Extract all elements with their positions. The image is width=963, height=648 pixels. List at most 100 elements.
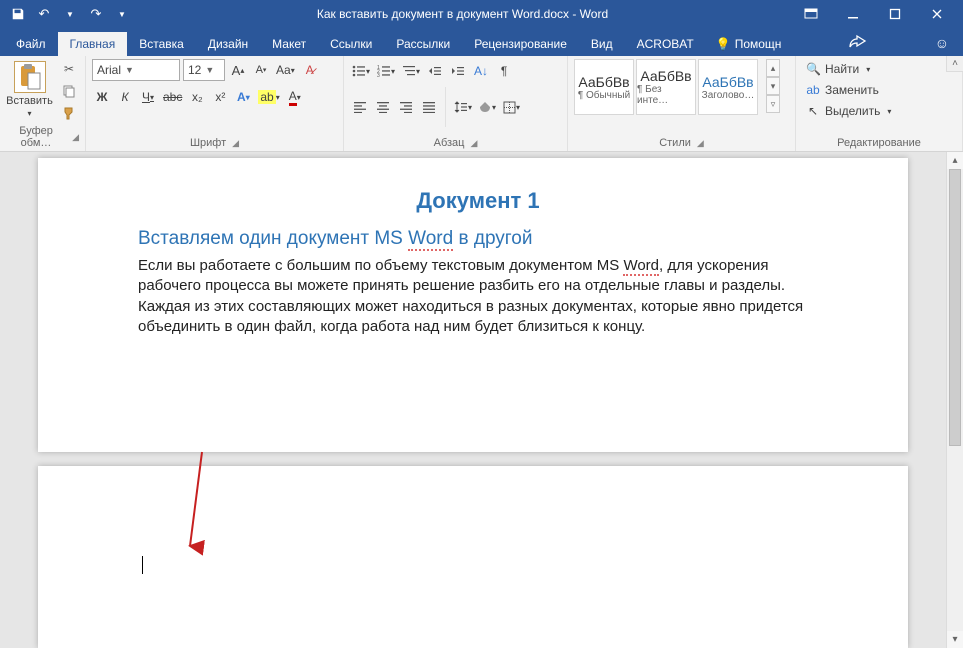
qat-customize-icon[interactable]: ▼ <box>110 2 134 26</box>
superscript-button[interactable]: x² <box>210 87 230 107</box>
format-painter-icon[interactable] <box>59 103 79 123</box>
increase-indent-icon[interactable] <box>448 61 468 81</box>
select-button[interactable]: ↖Выделить▾ <box>802 101 956 121</box>
find-button[interactable]: 🔍Найти▾ <box>802 59 956 79</box>
decrease-indent-icon[interactable] <box>425 61 445 81</box>
bullets-icon[interactable]: ▾ <box>350 61 372 81</box>
tab-home[interactable]: Главная <box>58 32 128 56</box>
clear-formatting-icon[interactable]: A̷ <box>300 60 320 80</box>
font-name-value: Arial <box>97 63 121 77</box>
group-font: Arial▼ 12▼ A▴ A▾ Aa▾ A̷ Ж К Ч▾ abc x₂ x²… <box>86 56 344 151</box>
group-paragraph: ▾ 123▾ ▾ A↓ ¶ ▾ ▾ ▾ Абзац◢ <box>344 56 568 151</box>
doc-heading-squiggle: Word <box>408 228 453 251</box>
tell-me[interactable]: 💡 Помощн <box>706 32 792 56</box>
undo-icon[interactable]: ↶ <box>32 2 56 26</box>
style-no-spacing[interactable]: АаБбВв ¶ Без инте… <box>636 59 696 115</box>
scroll-thumb[interactable] <box>949 169 961 446</box>
numbering-icon[interactable]: 123▾ <box>375 61 397 81</box>
italic-button[interactable]: К <box>115 87 135 107</box>
subscript-button[interactable]: x₂ <box>187 87 207 107</box>
doc-title: Документ 1 <box>138 188 818 214</box>
scroll-track[interactable] <box>947 169 963 631</box>
feedback-icon[interactable]: ☺ <box>925 30 959 56</box>
style-normal-label: ¶ Обычный <box>578 90 630 101</box>
chevron-down-icon[interactable]: ▼ <box>58 2 82 26</box>
doc-body-pre: Если вы работаете с большим по объему те… <box>138 257 623 274</box>
redo-icon[interactable]: ↷ <box>84 2 108 26</box>
doc-heading-pre: Вставляем один документ MS <box>138 228 408 249</box>
style-preview: АаБбВв <box>702 74 753 90</box>
font-group-label: Шрифт <box>190 137 226 149</box>
replace-label: Заменить <box>825 83 879 97</box>
styles-scroll-up-icon[interactable]: ▴ <box>766 59 780 77</box>
font-color-icon[interactable]: A▾ <box>285 87 305 107</box>
scroll-down-icon[interactable]: ▾ <box>947 631 963 648</box>
save-icon[interactable] <box>6 2 30 26</box>
style-nospacing-label: ¶ Без инте… <box>637 84 695 106</box>
window-title: Как вставить документ в документ Word.do… <box>134 7 791 21</box>
share-icon[interactable] <box>839 29 877 56</box>
cut-icon[interactable]: ✂ <box>59 59 79 79</box>
page-2[interactable] <box>38 466 908 648</box>
group-clipboard: Вставить ▾ ✂ Буфер обм…◢ <box>0 56 86 151</box>
copy-icon[interactable] <box>59 81 79 101</box>
tab-layout[interactable]: Макет <box>260 32 318 56</box>
strikethrough-button[interactable]: abc <box>161 87 184 107</box>
tell-me-label: Помощн <box>735 37 782 51</box>
styles-scroll-down-icon[interactable]: ▾ <box>766 77 780 95</box>
page-1[interactable]: Документ 1 Вставляем один документ MS Wo… <box>38 158 908 452</box>
tab-references[interactable]: Ссылки <box>318 32 384 56</box>
tab-file[interactable]: Файл <box>4 32 58 56</box>
replace-button[interactable]: abЗаменить <box>802 80 956 100</box>
show-marks-icon[interactable]: ¶ <box>494 61 514 81</box>
group-editing: 🔍Найти▾ abЗаменить ↖Выделить▾ Редактиров… <box>796 56 963 151</box>
align-left-icon[interactable] <box>350 97 370 117</box>
styles-dialog-launcher[interactable]: ◢ <box>697 138 704 149</box>
tab-mailings[interactable]: Рассылки <box>384 32 462 56</box>
change-case-icon[interactable]: Aa▾ <box>274 60 297 80</box>
font-size-value: 12 <box>188 63 201 77</box>
doc-heading: Вставляем один документ MS Word в другой <box>138 228 818 250</box>
maximize-icon[interactable] <box>875 2 915 26</box>
tab-view[interactable]: Вид <box>579 32 625 56</box>
sort-icon[interactable]: A↓ <box>471 61 491 81</box>
close-icon[interactable] <box>917 2 957 26</box>
font-dialog-launcher[interactable]: ◢ <box>232 138 239 149</box>
styles-expand-icon[interactable]: ▿ <box>766 95 780 113</box>
minimize-icon[interactable] <box>833 2 873 26</box>
grow-font-icon[interactable]: A▴ <box>228 60 248 80</box>
tab-insert[interactable]: Вставка <box>127 32 196 56</box>
doc-body: Если вы работаете с большим по объему те… <box>138 256 818 337</box>
collapse-ribbon-icon[interactable]: ˄ <box>946 56 963 72</box>
document-scroll[interactable]: Документ 1 Вставляем один документ MS Wo… <box>0 152 946 648</box>
shading-icon[interactable]: ▾ <box>477 97 498 117</box>
paste-button[interactable]: Вставить ▾ <box>6 59 53 119</box>
window-controls <box>791 2 957 26</box>
text-cursor <box>142 556 143 574</box>
paste-label: Вставить <box>6 95 53 107</box>
align-right-icon[interactable] <box>396 97 416 117</box>
font-name-combo[interactable]: Arial▼ <box>92 59 180 81</box>
tab-acrobat[interactable]: ACROBAT <box>625 32 706 56</box>
line-spacing-icon[interactable]: ▾ <box>452 97 474 117</box>
vertical-scrollbar[interactable]: ▴ ▾ <box>946 152 963 648</box>
clipboard-dialog-launcher[interactable]: ◢ <box>72 132 79 143</box>
styles-group-label: Стили <box>659 137 691 149</box>
tab-design[interactable]: Дизайн <box>196 32 260 56</box>
paragraph-dialog-launcher[interactable]: ◢ <box>470 138 477 149</box>
highlight-icon[interactable]: ab▾ <box>256 87 281 107</box>
scroll-up-icon[interactable]: ▴ <box>947 152 963 169</box>
multilevel-list-icon[interactable]: ▾ <box>400 61 422 81</box>
font-size-combo[interactable]: 12▼ <box>183 59 225 81</box>
style-heading1[interactable]: АаБбВв Заголово… <box>698 59 758 115</box>
justify-icon[interactable] <box>419 97 439 117</box>
shrink-font-icon[interactable]: A▾ <box>251 60 271 80</box>
align-center-icon[interactable] <box>373 97 393 117</box>
text-effects-icon[interactable]: A▾ <box>233 87 253 107</box>
tab-review[interactable]: Рецензирование <box>462 32 579 56</box>
borders-icon[interactable]: ▾ <box>501 97 522 117</box>
ribbon-options-icon[interactable] <box>791 2 831 26</box>
style-normal[interactable]: АаБбВв ¶ Обычный <box>574 59 634 115</box>
bold-button[interactable]: Ж <box>92 87 112 107</box>
underline-button[interactable]: Ч▾ <box>138 87 158 107</box>
